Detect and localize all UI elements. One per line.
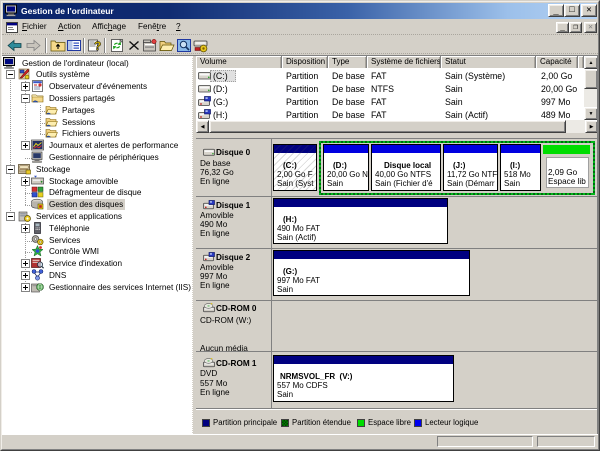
svg-text:?: ?: [94, 39, 101, 53]
